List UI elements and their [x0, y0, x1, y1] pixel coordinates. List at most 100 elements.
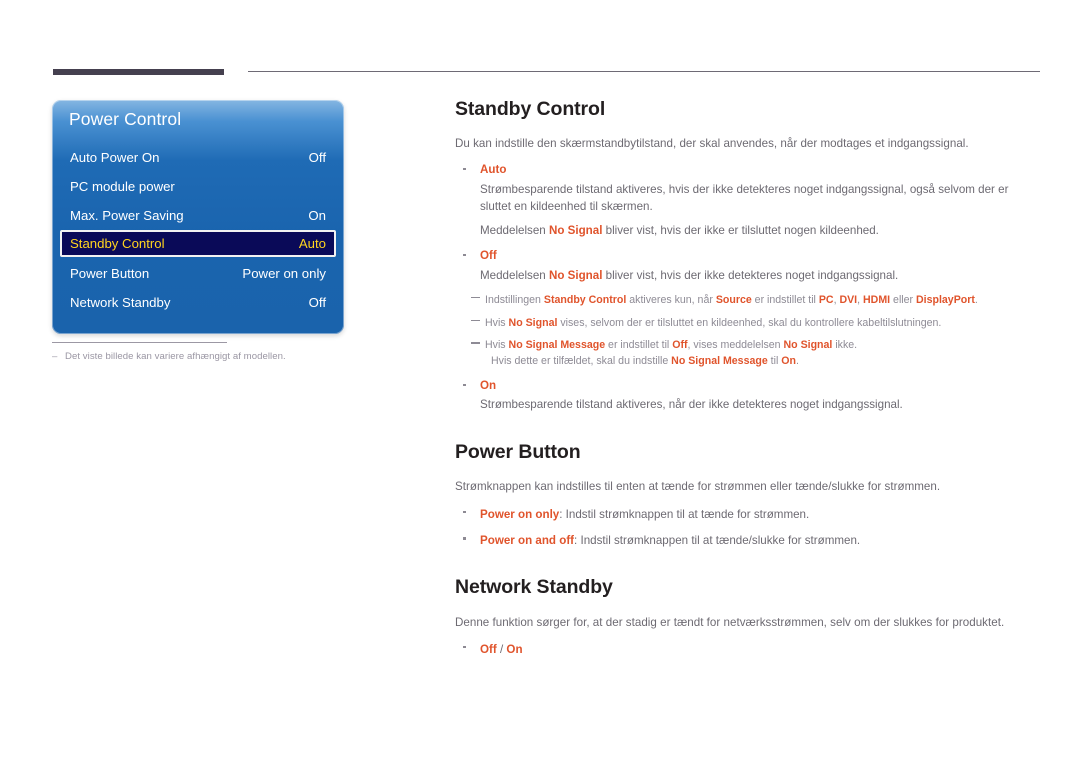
note-source-requirement: Indstillingen Standby Control aktiveres …: [455, 293, 1040, 309]
option-on: On Strømbesparende tilstand aktiveres, n…: [455, 378, 1040, 414]
option-description: Meddelelsen No Signal bliver vist, hvis …: [480, 267, 1040, 284]
bullet-icon: [463, 645, 466, 649]
option-description: : Indstil strømknappen til at tænde for …: [559, 507, 810, 521]
option-term: Power on and off: [480, 534, 575, 548]
option-auto: Auto Strømbesparende tilstand aktiveres,…: [455, 162, 1040, 240]
osd-footnote: – Det viste billede kan variere afhængig…: [52, 351, 352, 362]
option-description-secondary: Meddelelsen No Signal bliver vist, hvis …: [480, 222, 1040, 239]
option-term-on: On: [506, 642, 523, 656]
osd-row-label: Max. Power Saving: [70, 207, 184, 223]
page-top-rule: [53, 69, 1040, 75]
text-p2: er indstillet til: [605, 339, 673, 352]
text-p1: Indstillingen: [485, 293, 544, 306]
osd-row-value: On: [308, 207, 326, 223]
heading-network-standby: Network Standby: [455, 576, 613, 599]
option-description: Strømbesparende tilstand aktiveres, når …: [480, 398, 903, 412]
osd-footnote-text: Det viste billede kan variere afhængigt …: [65, 351, 286, 362]
text-c1: Hvis dette er tilfældet, skal du indstil…: [491, 354, 672, 367]
osd-footnote-block: – Det viste billede kan variere afhængig…: [52, 342, 352, 362]
emphasis-on: On: [781, 354, 796, 367]
osd-row-label: Standby Control: [70, 236, 165, 251]
standby-control-notes: Indstillingen Standby Control aktiveres …: [455, 293, 1040, 370]
note-continuation: Hvis dette er tilfældet, skal du indstil…: [485, 354, 1040, 370]
option-off: Off Meddelelsen No Signal bliver vist, h…: [455, 248, 1040, 284]
text-p1: Hvis: [485, 316, 509, 329]
text-post: bliver vist, hvis der ikke detekteres no…: [602, 268, 899, 282]
text-p3: , vises meddelelsen: [687, 339, 784, 352]
osd-row-label: PC module power: [70, 178, 175, 194]
option-off-on: Off / On: [455, 640, 1040, 659]
bullet-icon: [463, 510, 466, 514]
option-term: Power on only: [480, 507, 560, 521]
standby-control-options: Auto Strømbesparende tilstand aktiveres,…: [455, 162, 1040, 414]
heading-standby-control: Standby Control: [455, 98, 606, 120]
osd-row-max-power-saving[interactable]: Max. Power Saving On: [62, 203, 334, 227]
text-p2: aktiveres kun, når: [626, 293, 716, 306]
emphasis-source: Source: [715, 293, 752, 306]
option-term: Off: [480, 248, 497, 262]
note-no-signal-message: Hvis No Signal Message er indstillet til…: [455, 338, 1040, 369]
osd-row-network-standby[interactable]: Network Standby Off: [62, 290, 334, 314]
emphasis-dvi: DVI: [839, 293, 858, 306]
option-term-off: Off: [480, 642, 497, 656]
emphasis-no-signal: No Signal: [548, 224, 603, 238]
text-c2: til: [767, 354, 782, 367]
osd-row-value: Power on only: [242, 265, 326, 281]
power-button-options: Power on only: Indstil strømknappen til …: [455, 505, 1040, 551]
bullet-icon: [463, 537, 466, 540]
note-check-cable: Hvis No Signal vises, selvom der er tils…: [455, 316, 1040, 332]
option-description: Strømbesparende tilstand aktiveres, hvis…: [480, 182, 1009, 213]
emphasis-displayport: DisplayPort: [916, 293, 975, 306]
osd-row-label: Power Button: [70, 265, 150, 281]
note-dash-icon: [471, 342, 480, 344]
text-p3: er indstillet til: [751, 293, 819, 306]
osd-row-standby-control[interactable]: Standby Control Auto: [60, 230, 336, 257]
emphasis-no-signal: No Signal: [508, 316, 558, 329]
lead-power-button: Strømknappen kan indstilles til enten at…: [455, 480, 941, 494]
osd-row-value: Auto: [298, 236, 326, 251]
emphasis-pc: PC: [818, 293, 834, 306]
option-term: Auto: [480, 162, 507, 176]
osd-panel: Power Control Auto Power On Off PC modul…: [52, 100, 344, 334]
emphasis-no-signal: No Signal: [783, 339, 833, 352]
lead-network-standby: Denne funktion sørger for, at der stadig…: [455, 615, 1005, 629]
bullet-icon: [463, 167, 466, 171]
osd-footnote-rule: [52, 342, 227, 343]
footnote-dash-icon: –: [52, 351, 58, 362]
manual-content: Standby Control Du kan indstille den skæ…: [455, 98, 1040, 659]
network-standby-options: Off / On: [455, 640, 1040, 659]
note-dash-icon: [471, 319, 480, 321]
note-dash-icon: [471, 296, 480, 299]
emphasis-no-signal-message: No Signal Message: [508, 339, 606, 352]
osd-row-value: Off: [308, 294, 326, 310]
heading-power-button: Power Button: [455, 440, 581, 463]
lead-standby-control: Du kan indstille den skærmstandbytilstan…: [455, 137, 969, 151]
osd-row-power-button[interactable]: Power Button Power on only: [62, 261, 334, 285]
text-p7: .: [974, 293, 978, 306]
text-pre: Meddelelsen: [480, 268, 549, 282]
osd-menu-figure: Power Control Auto Power On Off PC modul…: [52, 100, 344, 334]
osd-row-pc-module-power[interactable]: PC module power: [62, 174, 334, 198]
option-description: : Indstil strømknappen til at tænde/sluk…: [574, 534, 861, 548]
osd-row-label: Auto Power On: [70, 149, 160, 165]
text-post: bliver vist, hvis der ikke er tilsluttet…: [602, 224, 879, 238]
text-p2: vises, selvom der er tilsluttet en kilde…: [557, 316, 942, 329]
option-power-on-only: Power on only: Indstil strømknappen til …: [455, 505, 1040, 524]
osd-panel-title: Power Control: [69, 109, 182, 129]
top-rule-line: [248, 71, 1040, 72]
emphasis-off: Off: [672, 339, 688, 352]
osd-row-label: Network Standby: [70, 294, 171, 310]
text-p6: eller: [890, 293, 917, 306]
bullet-icon: [463, 253, 466, 257]
option-power-on-and-off: Power on and off: Indstil strømknappen t…: [455, 531, 1040, 550]
top-rule-bar: [53, 69, 224, 75]
osd-row-auto-power-on[interactable]: Auto Power On Off: [62, 145, 334, 169]
emphasis-hdmi: HDMI: [863, 293, 891, 306]
bullet-icon: [463, 383, 466, 387]
osd-row-value: Off: [308, 149, 326, 165]
text-pre: Meddelelsen: [480, 224, 549, 238]
emphasis-no-signal: No Signal: [548, 268, 603, 282]
emphasis-standby-control: Standby Control: [543, 293, 627, 306]
option-term: On: [480, 378, 497, 392]
